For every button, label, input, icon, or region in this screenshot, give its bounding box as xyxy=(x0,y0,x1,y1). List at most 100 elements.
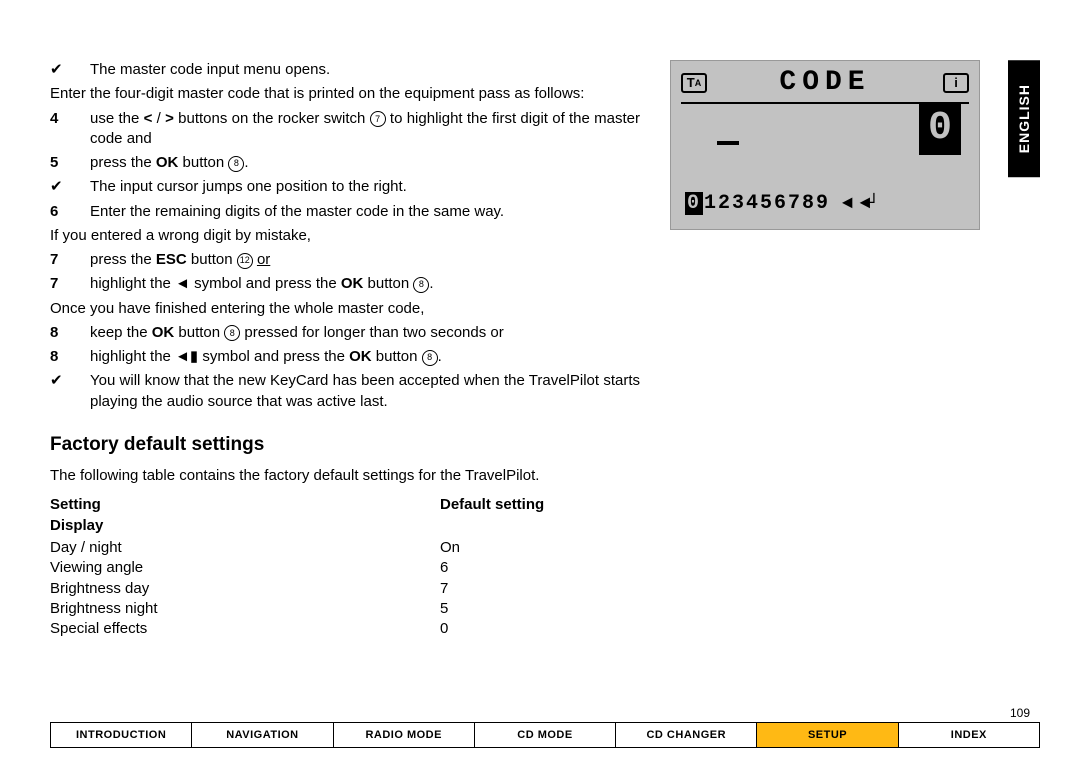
lcd-title: CODE xyxy=(779,67,870,98)
step-number: 4 xyxy=(50,109,90,129)
step-number: 7 xyxy=(50,274,90,294)
nav-radio-mode[interactable]: RADIO MODE xyxy=(334,722,475,748)
section-heading: Factory default settings xyxy=(50,434,640,456)
step-number: 5 xyxy=(50,153,90,173)
step-number: 6 xyxy=(50,202,90,222)
table-cell: On xyxy=(440,538,640,558)
bold: ESC xyxy=(156,251,187,268)
lcd-arrows-icon: ◄ ◄┘ xyxy=(842,194,877,214)
table-cell: 5 xyxy=(440,599,640,619)
step-row: 6 Enter the remaining digits of the mast… xyxy=(50,202,640,222)
t: press the xyxy=(90,154,156,171)
circled-number-icon: 8 xyxy=(228,156,244,172)
lcd-digit-row: 0123456789 ◄ ◄┘ xyxy=(685,192,877,215)
text: The master code input menu opens. xyxy=(90,60,640,80)
footer: 109 INTRODUCTION NAVIGATION RADIO MODE C… xyxy=(50,706,1040,748)
nav-index[interactable]: INDEX xyxy=(899,722,1040,748)
lcd-cursor xyxy=(717,141,739,145)
text: Enter the remaining digits of the master… xyxy=(90,202,640,222)
table-cell: Brightness day xyxy=(50,579,440,599)
t: press the xyxy=(90,251,156,268)
lcd-display: TA CODE i 0 0123456789 ◄ ◄┘ xyxy=(670,60,980,230)
circled-number-icon: 8 xyxy=(413,277,429,293)
table-cell: 6 xyxy=(440,558,640,578)
circled-number-icon: 12 xyxy=(237,253,253,269)
nav-setup[interactable]: SETUP xyxy=(757,722,898,748)
table-header-default: Default setting xyxy=(440,496,640,513)
text: Once you have finished entering the whol… xyxy=(50,299,640,319)
t: . xyxy=(429,275,433,292)
step-row: 5 press the OK button 8. xyxy=(50,153,640,173)
text: The input cursor jumps one position to t… xyxy=(90,177,640,197)
bold: OK xyxy=(152,324,175,341)
nav-cd-mode[interactable]: CD MODE xyxy=(475,722,616,748)
step-number: 8 xyxy=(50,347,90,367)
table-group: Display xyxy=(50,517,440,534)
table-cell: 7 xyxy=(440,579,640,599)
t: button xyxy=(178,154,228,171)
circled-number-icon: 8 xyxy=(422,350,438,366)
step-number: 7 xyxy=(50,250,90,270)
lcd-info-icon: i xyxy=(943,73,969,93)
settings-table: Setting Display Day / night Viewing angl… xyxy=(50,496,640,639)
nav-introduction[interactable]: INTRODUCTION xyxy=(50,722,192,748)
footer-nav: INTRODUCTION NAVIGATION RADIO MODE CD MO… xyxy=(50,722,1040,748)
table-cell: Day / night xyxy=(50,538,440,558)
text: keep the OK button 8 pressed for longer … xyxy=(90,323,640,343)
text: press the OK button 8. xyxy=(90,153,640,173)
t: . xyxy=(244,154,248,171)
table-cell: Special effects xyxy=(50,619,440,639)
t: highlight the xyxy=(90,348,175,365)
bold: OK xyxy=(156,154,179,171)
check-icon: ✔ xyxy=(50,177,90,197)
table-header-setting: Setting xyxy=(50,496,440,513)
lcd-highlighted-digit: 0 xyxy=(685,192,703,215)
text: You will know that the new KeyCard has b… xyxy=(90,371,640,412)
t: keep the xyxy=(90,324,152,341)
lcd-ta-icon: TA xyxy=(681,73,707,93)
enter-symbol-icon: ◄▮ xyxy=(175,348,198,365)
t: button xyxy=(372,348,422,365)
check-row: ✔ You will know that the new KeyCard has… xyxy=(50,371,640,412)
t: pressed for longer than two seconds or xyxy=(240,324,503,341)
text: use the < / > buttons on the rocker swit… xyxy=(90,109,640,150)
nav-navigation[interactable]: NAVIGATION xyxy=(192,722,333,748)
t: button xyxy=(187,251,237,268)
t: highlight the xyxy=(90,275,175,292)
t: symbol and press the xyxy=(190,275,341,292)
right-column: TA CODE i 0 0123456789 ◄ ◄┘ xyxy=(670,60,980,639)
t: 0 xyxy=(928,109,952,149)
nav-cd-changer[interactable]: CD CHANGER xyxy=(616,722,757,748)
t: symbol and press the xyxy=(198,348,349,365)
circled-number-icon: 8 xyxy=(224,325,240,341)
circled-number-icon: 7 xyxy=(370,111,386,127)
t: button xyxy=(363,275,413,292)
page-content: ✔ The master code input menu opens. Ente… xyxy=(50,60,1030,639)
step-row: 8 highlight the ◄▮ symbol and press the … xyxy=(50,347,640,367)
bold: OK xyxy=(341,275,364,292)
t: button xyxy=(174,324,224,341)
text: If you entered a wrong digit by mistake, xyxy=(50,226,640,246)
step-number: 8 xyxy=(50,323,90,343)
check-icon: ✔ xyxy=(50,60,90,80)
language-tab: ENGLISH xyxy=(1008,60,1040,177)
lcd-selected-digit: 0 xyxy=(919,103,961,155)
t: use the xyxy=(90,110,144,127)
t: . xyxy=(438,348,442,365)
t: or xyxy=(257,251,270,268)
bold: OK xyxy=(349,348,372,365)
lcd-digits: 123456789 xyxy=(704,192,830,215)
step-row: 7 press the ESC button 12 or xyxy=(50,250,640,270)
table-cell: 0 xyxy=(440,619,640,639)
page-number: 109 xyxy=(50,706,1040,720)
text: highlight the ◄▮ symbol and press the OK… xyxy=(90,347,640,367)
check-row: ✔ The input cursor jumps one position to… xyxy=(50,177,640,197)
step-row: 8 keep the OK button 8 pressed for longe… xyxy=(50,323,640,343)
left-column: ✔ The master code input menu opens. Ente… xyxy=(50,60,640,639)
check-icon: ✔ xyxy=(50,371,90,391)
text: press the ESC button 12 or xyxy=(90,250,640,270)
check-row: ✔ The master code input menu opens. xyxy=(50,60,640,80)
table-cell: Viewing angle xyxy=(50,558,440,578)
t: buttons on the rocker switch xyxy=(174,110,370,127)
intro-text: Enter the four-digit master code that is… xyxy=(50,84,640,104)
